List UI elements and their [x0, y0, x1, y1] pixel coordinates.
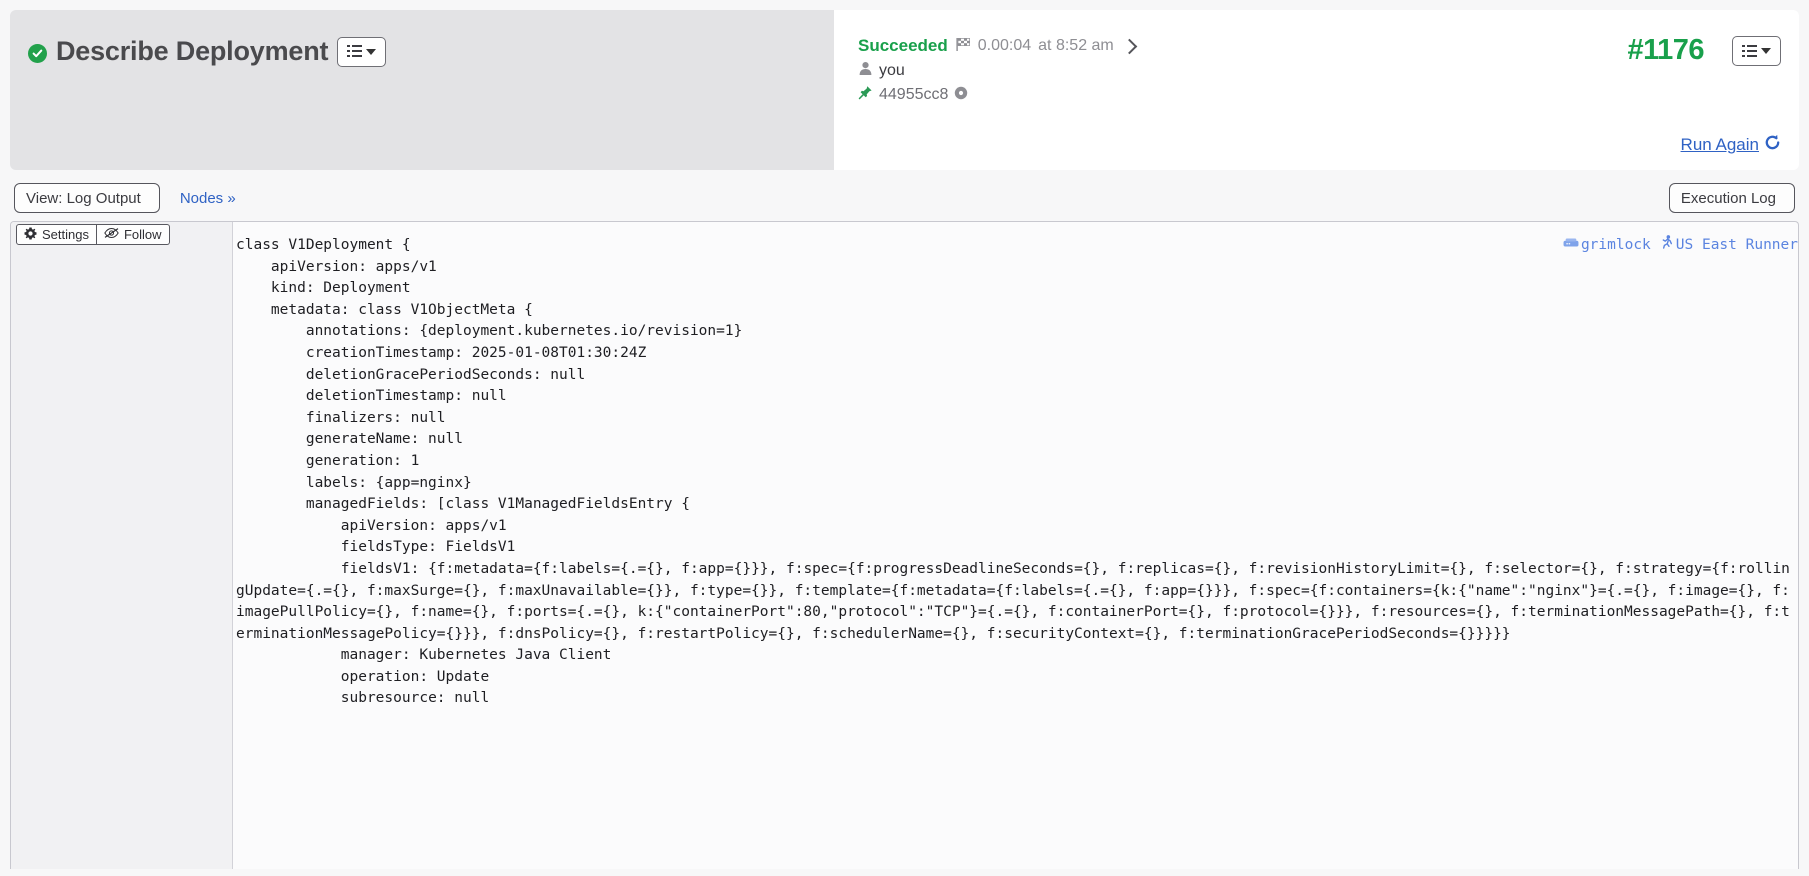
log-settings-button[interactable]: Settings — [16, 224, 97, 245]
log-follow-button[interactable]: Follow — [96, 224, 170, 245]
view-mode-label: View: Log Output — [26, 189, 141, 207]
list-menu-icon — [1742, 44, 1757, 58]
chevron-right-icon[interactable] — [1121, 38, 1138, 54]
log-gutter — [11, 222, 233, 869]
task-header-panel: Describe Deployment Succeeded 0.00:04 at… — [0, 0, 1809, 172]
commit-hash: 44955cc8 — [879, 85, 949, 103]
runner-agent-name: US East Runner — [1675, 237, 1798, 253]
build-menu-button[interactable] — [1732, 36, 1781, 66]
log-controls: Settings Follow — [16, 224, 170, 245]
chevron-down-icon — [366, 48, 377, 55]
circle-dot-icon — [954, 86, 968, 104]
log-toolbar: View: Log Output Nodes » Execution Log — [0, 172, 1809, 224]
log-settings-label: Settings — [42, 227, 89, 242]
log-follow-label: Follow — [123, 227, 162, 242]
chevron-down-icon — [1761, 48, 1771, 54]
commit-row: 44955cc8 — [858, 85, 1777, 104]
execution-log-dropdown[interactable]: Execution Log — [1668, 183, 1795, 213]
execution-log-label: Execution Log — [1680, 189, 1776, 207]
task-title-pane: Describe Deployment — [10, 10, 834, 170]
list-menu-icon — [347, 45, 363, 58]
check-circle-icon — [28, 43, 47, 63]
start-time-value: at 8:52 am — [1038, 37, 1114, 54]
runner-tag: grimlock US East Runner — [1563, 235, 1798, 257]
pin-icon — [858, 85, 873, 104]
checkered-flag-icon — [955, 37, 971, 56]
runner-icon — [1661, 235, 1674, 257]
user-name: you — [879, 61, 905, 79]
duration-value: 0.00:04 — [977, 37, 1032, 54]
eye-slash-icon — [104, 227, 119, 242]
server-icon — [1563, 235, 1579, 257]
task-title-row: Describe Deployment — [28, 36, 834, 67]
log-output-panel: Settings Follow grimlock US East Runner … — [10, 221, 1799, 869]
view-mode-dropdown[interactable]: View: Log Output — [14, 183, 160, 213]
log-body[interactable]: grimlock US East Runner class V1Deployme… — [233, 222, 1798, 869]
build-number: #1176 — [1627, 34, 1704, 66]
gear-icon — [24, 226, 37, 243]
runner-machine-name: grimlock — [1580, 237, 1651, 253]
task-status-pane: Succeeded 0.00:04 at 8:52 am you 44955cc… — [834, 10, 1799, 170]
refresh-icon — [1764, 134, 1781, 156]
user-icon — [858, 61, 873, 80]
log-output-text: class V1Deployment { apiVersion: apps/v1… — [236, 237, 1790, 707]
task-menu-button[interactable] — [337, 36, 387, 67]
run-again-label: Run Again — [1680, 135, 1759, 154]
run-again-link[interactable]: Run Again — [1681, 134, 1781, 156]
nodes-link[interactable]: Nodes » — [180, 190, 236, 207]
page-title: Describe Deployment — [56, 36, 329, 66]
status-badge: Succeeded — [858, 36, 948, 55]
